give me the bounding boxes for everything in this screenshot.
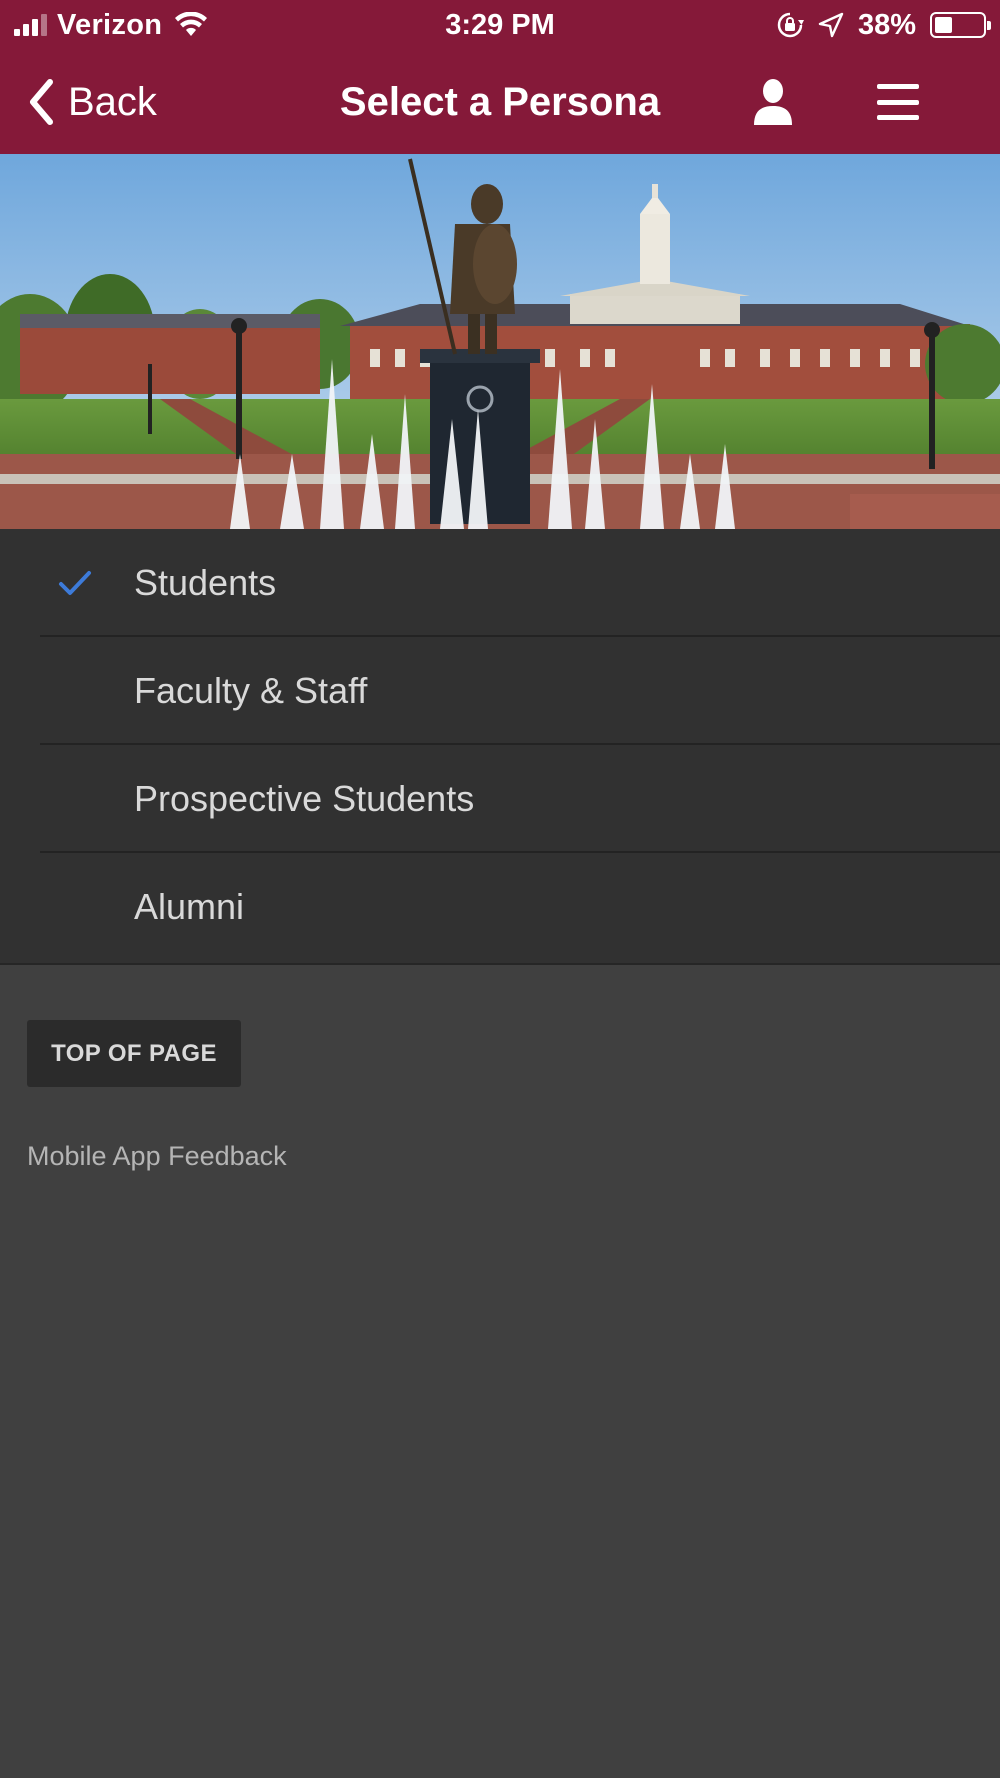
checkmark-icon	[59, 571, 91, 595]
persona-list: Students Faculty & Staff Prospective Stu…	[0, 529, 1000, 965]
status-bar: Verizon 3:29 PM 38%	[0, 0, 1000, 50]
battery-percent: 38%	[857, 8, 916, 41]
battery-fill	[935, 17, 953, 33]
profile-button[interactable]	[750, 74, 796, 130]
campus-photo	[0, 154, 1000, 529]
campus-photo-illustration	[0, 154, 1000, 529]
status-right: 38%	[776, 8, 991, 42]
persona-item-faculty-staff[interactable]: Faculty & Staff	[0, 637, 1000, 745]
battery-icon	[930, 12, 991, 38]
menu-line	[877, 84, 919, 89]
person-icon	[754, 79, 792, 125]
nav-bar: Back Select a Persona	[0, 50, 1000, 154]
persona-item-alumni[interactable]: Alumni	[0, 853, 1000, 961]
hamburger-menu-icon[interactable]	[875, 80, 921, 124]
rotation-lock-icon	[777, 12, 804, 38]
top-of-page-button[interactable]: TOP OF PAGE	[27, 1020, 241, 1087]
persona-label: Students	[134, 562, 277, 603]
page-title: Select a Persona	[339, 80, 661, 124]
menu-line	[877, 99, 919, 105]
menu-line	[877, 115, 919, 120]
persona-item-prospective-students[interactable]: Prospective Students	[0, 745, 1000, 853]
persona-label: Alumni	[134, 886, 245, 927]
location-arrow-icon	[818, 12, 844, 38]
persona-label: Faculty & Staff	[134, 670, 368, 711]
mobile-app-feedback-link[interactable]: Mobile App Feedback	[27, 1141, 287, 1172]
persona-item-students[interactable]: Students	[0, 529, 1000, 637]
persona-label: Prospective Students	[134, 778, 475, 819]
